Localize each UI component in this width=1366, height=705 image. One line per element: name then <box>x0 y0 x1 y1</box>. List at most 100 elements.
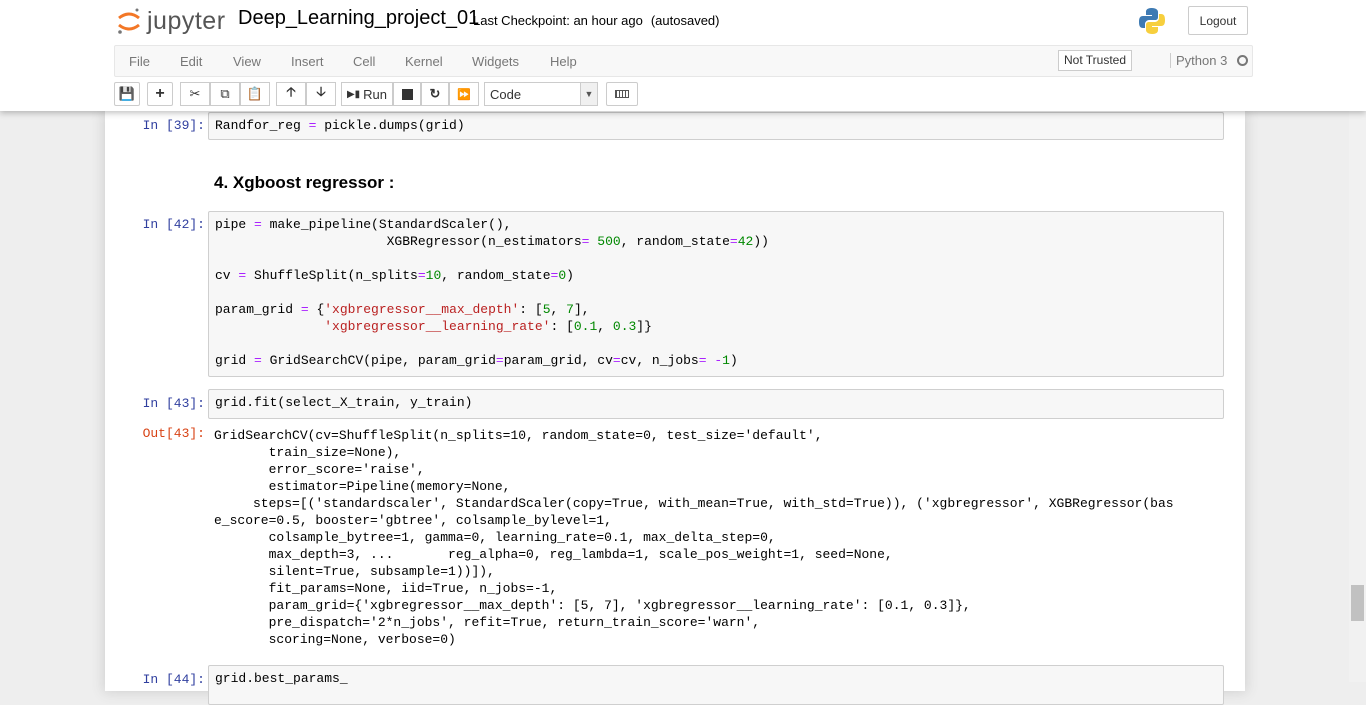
code-token: = <box>698 353 707 368</box>
arrow-up-icon: 🡡 <box>286 84 296 99</box>
code-input[interactable]: Randfor_reg = pickle.dumps(grid) <box>209 113 1223 138</box>
menubar: File Edit View Insert Cell Kernel Widget… <box>114 45 1253 77</box>
cell-prompt: In [44]: <box>142 672 205 687</box>
cell-prompt: In [43]: <box>142 396 205 411</box>
paste-icon: 📋 <box>246 86 264 101</box>
code-token: param_grid, cv <box>503 353 613 368</box>
menu-cell[interactable]: Cell <box>353 54 375 69</box>
code-line: param_grid = {'xgbregressor__max_depth':… <box>215 301 1217 318</box>
code-token: grid.fit(select_X_train, y_train) <box>215 395 473 410</box>
code-token: = <box>300 302 309 317</box>
cell-type-value: Code <box>490 87 522 102</box>
code-token: , <box>597 319 613 334</box>
code-token: grid <box>215 353 255 368</box>
code-input[interactable]: grid.best_params_ <box>209 666 1223 691</box>
page-scrollbar[interactable] <box>1349 111 1366 682</box>
command-palette-button[interactable] <box>606 82 638 106</box>
code-token: pipe <box>215 217 255 232</box>
code-line: grid = GridSearchCV(pipe, param_grid=par… <box>215 352 1217 369</box>
output-prompt: Out[43]: <box>142 426 205 441</box>
code-token: pickle.dumps(grid) <box>316 118 465 133</box>
code-token: 0.3 <box>612 319 637 334</box>
restart-icon: ↻ <box>429 86 441 101</box>
code-token: cv <box>215 268 239 283</box>
insert-cell-button[interactable]: + <box>147 82 173 106</box>
code-token: ]} <box>636 319 652 334</box>
code-cell-39[interactable]: Randfor_reg = pickle.dumps(grid) <box>208 112 1224 140</box>
code-token: XGBRegressor(n_estimators <box>215 234 582 249</box>
code-line: 'xgbregressor__learning_rate': [0.1, 0.3… <box>215 318 1217 335</box>
logout-button[interactable]: Logout <box>1188 6 1248 35</box>
scrollbar-thumb[interactable] <box>1351 585 1364 621</box>
kernel-idle-indicator-icon <box>1237 55 1248 66</box>
move-down-button[interactable]: 🡣 <box>306 82 336 106</box>
code-line: grid.fit(select_X_train, y_train) <box>215 394 1217 411</box>
code-token: param_grid <box>215 302 301 317</box>
cell-output: GridSearchCV(cv=ShuffleSplit(n_splits=10… <box>214 428 1174 647</box>
cell-type-select[interactable]: Code ▼ <box>484 82 598 106</box>
menu-kernel[interactable]: Kernel <box>405 54 443 69</box>
code-token: grid.best_params_ <box>215 671 348 686</box>
kernel-name: Python 3 <box>1170 53 1227 68</box>
code-token: make_pipeline(StandardScaler(), <box>261 217 512 232</box>
notebook-container: In [39]: Randfor_reg = pickle.dumps(grid… <box>105 111 1245 705</box>
code-token: 42 <box>737 234 754 249</box>
cell-prompt: In [39]: <box>142 118 205 133</box>
code-input[interactable]: pipe = make_pipeline(StandardScaler(), X… <box>209 212 1223 373</box>
code-cell-44[interactable]: grid.best_params_ <box>208 665 1224 705</box>
menu-view[interactable]: View <box>233 54 261 69</box>
copy-button[interactable]: ⧉ <box>210 82 240 106</box>
arrow-down-icon: 🡣 <box>316 84 326 99</box>
paste-button[interactable]: 📋 <box>240 82 270 106</box>
jupyter-logo[interactable]: jupyter <box>117 6 226 36</box>
checkpoint-status: Last Checkpoint: an hour ago (autosaved) <box>473 13 720 28</box>
code-line: grid.best_params_ <box>215 670 1217 687</box>
run-button[interactable]: ▶▮ Run <box>341 82 393 106</box>
code-token: : [ <box>550 319 574 334</box>
code-token: , random_state <box>441 268 551 283</box>
menu-edit[interactable]: Edit <box>180 54 202 69</box>
not-trusted-badge[interactable]: Not Trusted <box>1058 50 1133 71</box>
code-token: - <box>714 353 723 368</box>
header: jupyter Deep_Learning_project_01 Last Ch… <box>0 0 1366 111</box>
notebook-name[interactable]: Deep_Learning_project_01 <box>238 7 479 30</box>
copy-icon: ⧉ <box>220 86 230 101</box>
code-token: = <box>417 268 426 283</box>
code-token: 0 <box>558 268 567 283</box>
cut-button[interactable]: ✂ <box>180 82 210 106</box>
restart-run-all-button[interactable]: ⏩ <box>449 82 479 106</box>
code-line: Randfor_reg = pickle.dumps(grid) <box>215 117 1217 134</box>
code-cell-42[interactable]: pipe = make_pipeline(StandardScaler(), X… <box>208 211 1224 377</box>
save-button[interactable]: 💾 <box>114 82 140 106</box>
code-token: 5 <box>542 302 551 317</box>
code-token: ShuffleSplit(n_splits <box>246 268 418 283</box>
stop-icon <box>401 88 413 100</box>
menu-help[interactable]: Help <box>550 54 577 69</box>
menu-widgets[interactable]: Widgets <box>472 54 519 69</box>
interrupt-button[interactable] <box>393 82 421 106</box>
menu-file[interactable]: File <box>129 54 150 69</box>
code-token: = <box>729 234 738 249</box>
code-input[interactable]: grid.fit(select_X_train, y_train) <box>209 390 1223 415</box>
code-token: 7 <box>566 302 574 317</box>
step-forward-icon: ▶▮ <box>346 88 361 100</box>
code-token: { <box>308 302 325 317</box>
menu-insert[interactable]: Insert <box>291 54 324 69</box>
run-label: Run <box>363 86 388 102</box>
python-logo-icon <box>1139 8 1165 34</box>
markdown-heading: 4. Xgboost regressor : <box>214 173 395 192</box>
code-token: = <box>254 353 262 368</box>
save-icon: 💾 <box>118 86 136 101</box>
checkpoint-text: Last Checkpoint: an hour ago <box>473 13 643 28</box>
code-line: XGBRegressor(n_estimators = 500, random_s… <box>215 233 1217 250</box>
restart-button[interactable]: ↻ <box>421 82 449 106</box>
jupyter-logo-icon <box>118 8 140 34</box>
code-token: , random_state <box>620 234 730 249</box>
autosaved-text: (autosaved) <box>650 13 720 28</box>
code-cell-43[interactable]: grid.fit(select_X_train, y_train) <box>208 389 1224 419</box>
move-up-button[interactable]: 🡡 <box>276 82 306 106</box>
code-line: cv = ShuffleSplit(n_splits=10, random_st… <box>215 267 1217 284</box>
